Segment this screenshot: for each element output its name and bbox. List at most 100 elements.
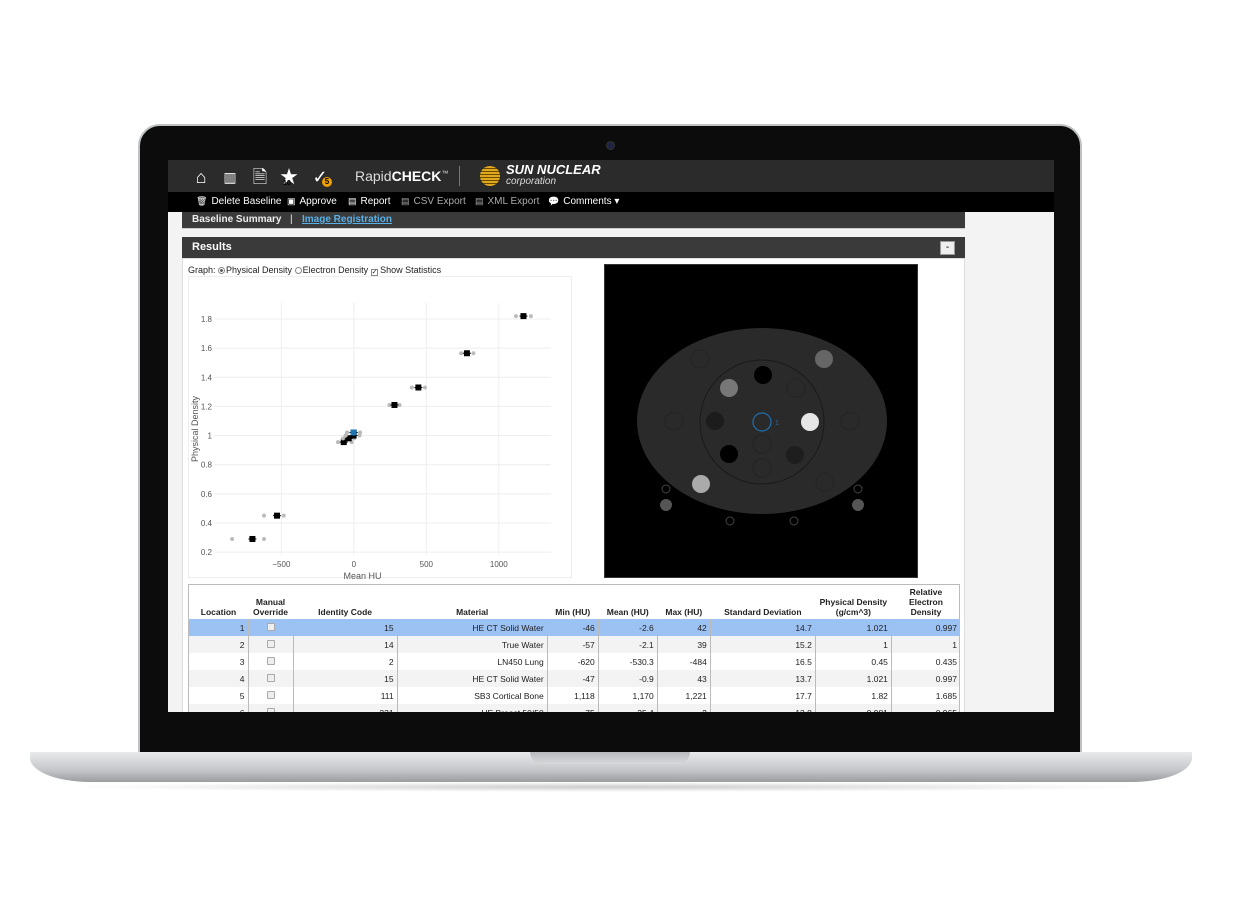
table-cell: 14.7 <box>710 619 816 636</box>
insert-rod <box>706 412 724 430</box>
column-header[interactable]: Relative Electron Density <box>891 585 959 619</box>
table-cell: 42 <box>657 619 711 636</box>
star-badge: 10 <box>283 180 291 187</box>
home-icon[interactable]: ⌂ <box>191 167 211 187</box>
table-row[interactable]: 1 15 HE CT Solid Water -46 -2.6 42 14.7 1.021 0.… <box>189 619 959 636</box>
table-cell: LN450 Lung <box>397 653 548 670</box>
manual-override-cell <box>248 653 294 670</box>
table-cell: True Water <box>397 636 548 653</box>
column-header[interactable]: Standard Deviation <box>710 585 815 619</box>
table-row[interactable]: 2 14 True Water -57 -2.1 39 15.2 1 1 <box>189 636 959 653</box>
approve-button[interactable]: ▣ Approve <box>287 196 337 207</box>
marker <box>725 516 735 526</box>
manual-override-checkbox[interactable] <box>266 707 275 712</box>
manual-override-cell <box>248 636 294 653</box>
collapse-button[interactable]: - <box>940 241 955 255</box>
table-cell: 1 <box>891 636 959 653</box>
table-row[interactable]: 4 15 HE CT Solid Water -47 -0.9 43 13.7 1.021 0.… <box>189 670 959 687</box>
x-tick-label: 0 <box>352 560 357 569</box>
table-cell: 1.82 <box>815 687 892 704</box>
table-cell: 5 <box>189 687 249 704</box>
table-row[interactable]: 6 231HE Breast 50/50-75-35.4213.80.9810.9… <box>189 704 959 712</box>
table-cell: -75 <box>547 704 599 712</box>
column-header[interactable]: Location <box>189 585 248 619</box>
bar-chart-icon[interactable]: ▥ <box>220 167 240 187</box>
sun-nuclear-logo <box>480 166 500 186</box>
data-point <box>415 384 422 391</box>
table-cell: 0.45 <box>815 653 892 670</box>
insert-rod <box>720 445 738 463</box>
marker <box>789 516 799 526</box>
upload-file-icon[interactable]: 🗎 <box>250 167 270 187</box>
phantom-body <box>637 328 887 514</box>
table-cell: 1.685 <box>891 687 959 704</box>
table-cell: -2.6 <box>598 619 658 636</box>
manual-override-checkbox[interactable] <box>266 690 275 699</box>
data-point <box>391 401 398 408</box>
show-statistics-label[interactable]: Show Statistics <box>380 265 441 275</box>
x-tick-label: 500 <box>420 560 434 569</box>
table-cell: -484 <box>657 653 711 670</box>
stat-max-point <box>422 385 427 390</box>
results-table-container: Location Manual Override Identity Code Mater… <box>188 584 960 712</box>
table-cell: 39 <box>657 636 711 653</box>
baseline-summary-bar: Baseline Summary | Image Registration <box>182 212 965 229</box>
tab-image-registration[interactable]: Image Registration <box>302 214 392 226</box>
column-header[interactable]: Physical Density (g/cm^3) <box>815 585 891 619</box>
table-cell: 0.997 <box>891 670 959 687</box>
tab-baseline-summary[interactable]: Baseline Summary <box>192 214 282 226</box>
column-header[interactable]: Manual Override <box>248 585 293 619</box>
column-header[interactable]: Mean (HU) <box>598 585 657 619</box>
results-title: Results <box>192 241 232 253</box>
table-cell: 3 <box>189 653 249 670</box>
table-cell: -35.4 <box>598 704 658 712</box>
table-cell: 13.8 <box>710 704 816 712</box>
table-cell: 0.981 <box>815 704 892 712</box>
csv-export-button[interactable]: ▤ CSV Export <box>401 196 466 207</box>
check-icon[interactable]: ✓ 5 <box>310 167 332 187</box>
electron-density-label[interactable]: Electron Density <box>303 265 369 275</box>
show-statistics-checkbox[interactable]: ✓ <box>370 269 378 276</box>
table-cell: 1,170 <box>598 687 658 704</box>
table-cell: 1,118 <box>547 687 599 704</box>
manual-override-checkbox[interactable] <box>266 639 275 648</box>
column-header[interactable]: Identity Code <box>293 585 397 619</box>
y-tick-label: 1.6 <box>201 344 213 353</box>
report-button[interactable]: ▤ Report <box>348 196 391 207</box>
comments-dropdown[interactable]: 💬 Comments ▾ <box>548 196 619 207</box>
insert-rod <box>692 475 710 493</box>
marker <box>661 484 671 494</box>
file-icon: ▤ <box>401 196 410 206</box>
column-header-text: Material <box>456 607 489 617</box>
physical-density-radio[interactable] <box>218 267 226 274</box>
data-point <box>249 535 256 542</box>
column-header[interactable]: Material <box>397 585 547 619</box>
y-tick-label: 0.6 <box>201 490 213 499</box>
toolbar: 🗑 Delete Baseline ▣ Approve ▤ Report ▤ CSV E… <box>168 192 1054 212</box>
y-tick-label: 1 <box>208 432 213 441</box>
manual-override-cell <box>248 619 294 636</box>
column-header[interactable]: Min (HU) <box>547 585 598 619</box>
xml-export-button[interactable]: ▤ XML Export <box>475 196 539 207</box>
stat-min-point <box>335 440 340 445</box>
roi-label: 1 <box>775 420 779 427</box>
table-row[interactable]: 3 2 LN450 Lung -620 -530.3 -484 16.5 0.45 0.435 <box>189 653 959 670</box>
electron-density-radio[interactable] <box>294 267 302 274</box>
column-header[interactable]: Max (HU) <box>657 585 710 619</box>
physical-density-label[interactable]: Physical Density <box>226 265 292 275</box>
table-row[interactable]: 5 111 SB3 Cortical Bone 1,118 1,170 1,221 17.7… <box>189 687 959 704</box>
table-cell: 17.7 <box>710 687 816 704</box>
stat-min-point <box>262 513 267 518</box>
delete-baseline-button[interactable]: 🗑 Delete Baseline <box>196 196 281 207</box>
manual-override-checkbox[interactable] <box>266 656 275 665</box>
data-point <box>463 350 470 357</box>
star-icon[interactable]: ★ 10 <box>279 166 299 188</box>
manual-override-checkbox[interactable] <box>266 622 275 631</box>
column-header-text: Manual <box>255 597 286 607</box>
stat-max-point <box>357 430 362 435</box>
manual-override-checkbox[interactable] <box>266 673 275 682</box>
file-icon: ▤ <box>475 196 484 206</box>
marker <box>853 484 863 494</box>
manual-override-cell <box>248 704 294 712</box>
table-cell: 15 <box>293 619 398 636</box>
